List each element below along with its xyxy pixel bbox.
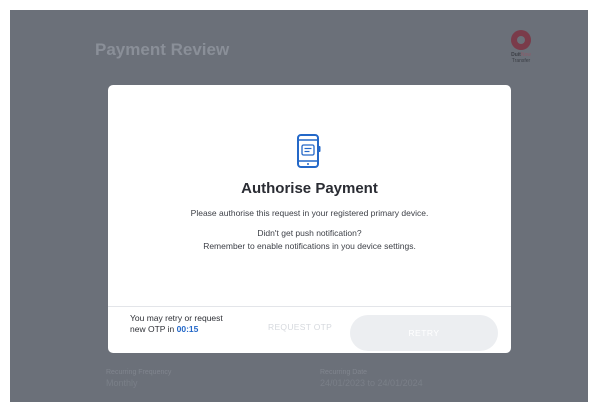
page-title: Payment Review — [95, 40, 230, 59]
retry-button[interactable]: RETRY — [350, 315, 498, 351]
app-frame: Payment Review DuitNow Transfer Recurrin… — [10, 10, 588, 402]
recurring-frequency-value: Monthly — [106, 378, 138, 388]
push-hint: Remember to enable notifications in you … — [203, 241, 416, 251]
otp-retry-note: You may retry or request new OTP in 00:1… — [130, 313, 223, 335]
recurring-frequency-field: Recurring Frequency Monthly — [106, 368, 171, 388]
recurring-date-value: 24/01/2023 to 24/01/2024 — [320, 378, 423, 388]
recurring-frequency-label: Recurring Frequency — [106, 369, 172, 376]
logo-brand-sub: Transfer — [511, 58, 531, 64]
otp-countdown-timer: 00:15 — [176, 324, 199, 334]
duitnow-logo-icon — [511, 30, 531, 50]
recurring-date-field: Recurring Date 24/01/2023 to 24/01/2024 — [320, 368, 423, 388]
authorise-payment-modal: Authorise Payment Please authorise this … — [108, 85, 511, 353]
recurring-date-label: Recurring Date — [320, 369, 368, 376]
push-question: Didn't get push notification? — [257, 228, 362, 238]
modal-title: Authorise Payment — [241, 180, 378, 197]
retry-note-line2: new OTP in 00:15 — [130, 324, 223, 335]
logo-text: DuitNow Transfer — [496, 52, 546, 64]
retry-note-line1: You may retry or request — [130, 313, 223, 323]
smartphone-icon — [297, 134, 321, 168]
authorise-instruction: Please authorise this request in your re… — [190, 208, 429, 218]
request-otp-button[interactable]: REQUEST OTP — [268, 322, 332, 332]
modal-divider — [108, 306, 511, 307]
retry-note-prefix: new OTP in — [130, 324, 175, 334]
duitnow-logo: DuitNow Transfer — [496, 30, 546, 64]
